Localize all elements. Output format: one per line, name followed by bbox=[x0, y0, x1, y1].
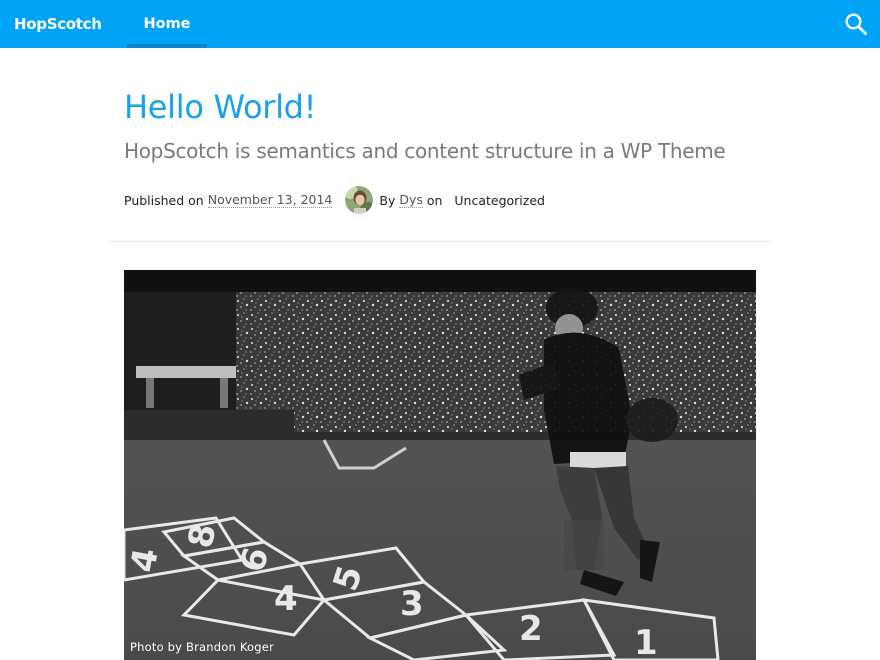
author-by-prefix: By bbox=[379, 192, 396, 208]
post-date-link[interactable]: November 13, 2014 bbox=[207, 192, 333, 208]
top-navigation-bar: HopScotch Home bbox=[0, 0, 880, 48]
published-prefix: Published on bbox=[124, 192, 204, 208]
post-meta: Published on November 13, 2014 By Dys on… bbox=[124, 185, 545, 215]
svg-text:1: 1 bbox=[634, 623, 658, 660]
post-title[interactable]: Hello World! bbox=[124, 88, 317, 126]
category-on-label: on bbox=[426, 192, 443, 208]
author-link[interactable]: Dys bbox=[399, 192, 423, 208]
image-caption: Photo by Brandon Koger bbox=[130, 640, 274, 654]
active-nav-indicator bbox=[127, 44, 207, 48]
search-icon bbox=[845, 13, 867, 35]
post-subtitle: HopScotch is semantics and content struc… bbox=[124, 139, 726, 163]
svg-text:2: 2 bbox=[519, 609, 543, 649]
svg-text:4: 4 bbox=[274, 579, 298, 619]
author-avatar bbox=[345, 186, 374, 214]
search-button[interactable] bbox=[844, 12, 868, 36]
nav-item-label: Home bbox=[143, 16, 191, 32]
svg-text:3: 3 bbox=[400, 584, 424, 624]
header-divider bbox=[110, 241, 770, 242]
nav-item-home[interactable]: Home bbox=[127, 0, 207, 48]
featured-image: 4 8 6 5 4 3 2 1 bbox=[124, 270, 756, 660]
category-link[interactable]: Uncategorized bbox=[454, 193, 545, 208]
site-brand-link[interactable]: HopScotch bbox=[14, 0, 102, 48]
